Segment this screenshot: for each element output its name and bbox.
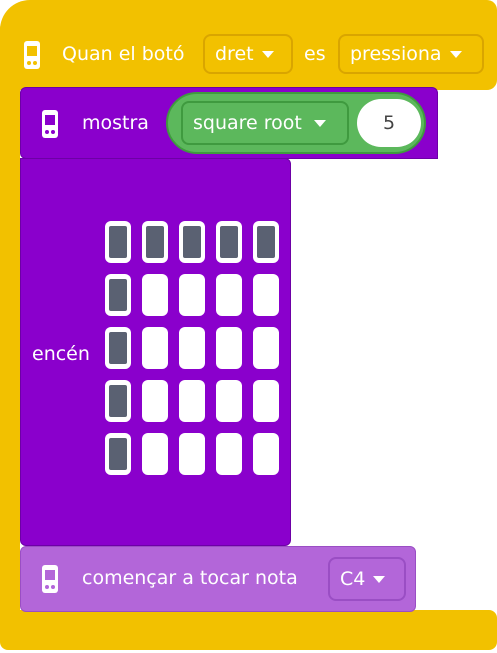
- led-cell-1-0[interactable]: [105, 274, 131, 316]
- state-dropdown[interactable]: pressiona: [338, 34, 484, 74]
- led-cell-0-4[interactable]: [253, 221, 279, 263]
- led-grid: [105, 221, 285, 485]
- microbit-icon: [24, 41, 40, 69]
- button-dropdown-value: dret: [215, 42, 254, 65]
- led-cell-0-3[interactable]: [216, 221, 242, 263]
- led-cell-1-1[interactable]: [142, 274, 168, 316]
- chevron-down-icon: [313, 119, 326, 127]
- led-cell-2-1[interactable]: [142, 327, 168, 369]
- state-dropdown-value: pressiona: [350, 42, 442, 65]
- led-cell-3-2[interactable]: [179, 380, 205, 422]
- led-cell-4-3[interactable]: [216, 433, 242, 475]
- led-cell-3-0[interactable]: [105, 380, 131, 422]
- number-input[interactable]: 5: [357, 99, 421, 147]
- plot-label: encén: [32, 343, 90, 365]
- chevron-down-icon: [449, 50, 462, 58]
- note-dropdown[interactable]: C4: [328, 557, 406, 601]
- note-label: començar a tocar nota: [82, 567, 298, 589]
- led-cell-0-1[interactable]: [142, 221, 168, 263]
- chevron-down-icon: [373, 575, 386, 583]
- led-cell-4-1[interactable]: [142, 433, 168, 475]
- hat-label-middle: es: [304, 43, 326, 65]
- note-dropdown-value: C4: [340, 567, 366, 590]
- led-cell-2-3[interactable]: [216, 327, 242, 369]
- button-dropdown[interactable]: dret: [203, 34, 293, 74]
- led-cell-3-1[interactable]: [142, 380, 168, 422]
- c-block-foot: [0, 610, 497, 650]
- led-cell-1-3[interactable]: [216, 274, 242, 316]
- chevron-down-icon: [261, 50, 274, 58]
- led-cell-4-4[interactable]: [253, 433, 279, 475]
- microbit-icon: [42, 565, 58, 593]
- led-cell-3-4[interactable]: [253, 380, 279, 422]
- led-cell-1-2[interactable]: [179, 274, 205, 316]
- led-cell-2-2[interactable]: [179, 327, 205, 369]
- math-function-value: square root: [193, 111, 302, 134]
- show-label: mostra: [82, 112, 149, 134]
- math-function-dropdown[interactable]: square root: [181, 101, 349, 145]
- c-block-arm: [0, 70, 20, 630]
- led-cell-4-0[interactable]: [105, 433, 131, 475]
- led-cell-0-0[interactable]: [105, 221, 131, 263]
- led-cell-4-2[interactable]: [179, 433, 205, 475]
- hat-label-prefix: Quan el botó: [62, 43, 185, 65]
- number-input-value: 5: [382, 112, 396, 134]
- led-cell-0-2[interactable]: [179, 221, 205, 263]
- led-cell-2-4[interactable]: [253, 327, 279, 369]
- microbit-icon: [42, 110, 58, 138]
- led-cell-1-4[interactable]: [253, 274, 279, 316]
- led-cell-3-3[interactable]: [216, 380, 242, 422]
- led-cell-2-0[interactable]: [105, 327, 131, 369]
